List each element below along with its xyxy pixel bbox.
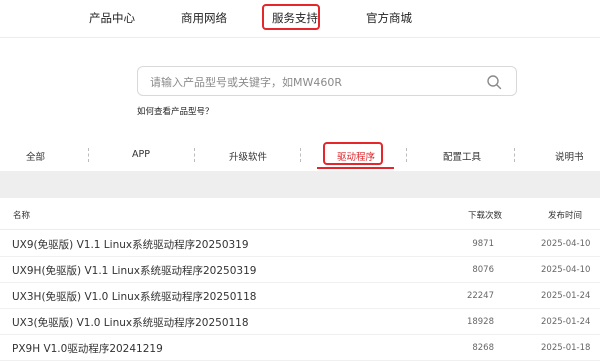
driver-name[interactable]: UX3(免驱版) V1.0 Linux系统驱动程序20250118 [12,315,249,330]
nav-item-official-store[interactable]: 官方商城 [366,10,412,26]
search-icon[interactable] [486,74,502,90]
driver-name[interactable]: PX9H V1.0驱动程序20241219 [12,341,163,356]
tab-divider [406,148,407,162]
tab-divider [88,148,89,162]
table-row[interactable]: UX9H(免驱版) V1.1 Linux系统驱动程序20250319 8076 … [0,257,600,283]
table-row[interactable]: UX3(免驱版) V1.0 Linux系统驱动程序20250118 18928 … [0,309,600,335]
table-row[interactable]: PX9H V1.0驱动程序20241219 8268 2025-01-18 [0,335,600,361]
column-header-downloads: 下载次数 [468,211,503,221]
download-count: 18928 [466,317,494,327]
release-date: 2025-01-24 [541,317,591,327]
release-date: 2025-01-18 [541,343,591,353]
tab-divider [300,148,301,162]
nav-item-business-network[interactable]: 商用网络 [181,10,227,26]
tab-upgrade-software[interactable]: 升级软件 [229,149,267,163]
tab-app[interactable]: APP [132,149,150,160]
download-count: 9871 [472,239,494,249]
table-row[interactable]: UX3H(免驱版) V1.0 Linux系统驱动程序20250118 22247… [0,283,600,309]
release-date: 2025-01-24 [541,291,591,301]
category-tabs: 全部 APP 升级软件 驱动程序 配置工具 说明书 [0,140,600,170]
tab-divider [194,148,195,162]
download-count: 8076 [472,265,494,275]
nav-item-product-center[interactable]: 产品中心 [89,10,135,26]
nav-highlight-box [262,4,320,30]
download-count: 22247 [466,291,494,301]
column-header-date: 发布时间 [548,211,583,221]
top-nav: 产品中心 商用网络 服务支持 官方商城 [0,0,600,38]
table-row[interactable]: UX9(免驱版) V1.1 Linux系统驱动程序20250319 9871 2… [0,231,600,257]
driver-name[interactable]: UX9H(免驱版) V1.1 Linux系统驱动程序20250319 [12,263,256,278]
release-date: 2025-04-10 [541,239,591,249]
how-to-find-model-link[interactable]: 如何查看产品型号？ [137,105,214,117]
table-header: 名称 下载次数 发布时间 [0,198,600,230]
tab-config-tools[interactable]: 配置工具 [443,149,481,163]
active-tab-underline [317,167,394,169]
download-count: 8268 [472,343,494,353]
release-date: 2025-04-10 [541,265,591,275]
filter-band [0,171,600,198]
tab-highlight-box [323,142,383,165]
column-header-name: 名称 [13,211,31,221]
tab-all[interactable]: 全部 [26,149,45,163]
tab-divider [514,148,515,162]
search-box [137,66,517,96]
search-input[interactable] [150,73,480,91]
driver-name[interactable]: UX9(免驱版) V1.1 Linux系统驱动程序20250319 [12,237,249,252]
tab-manual[interactable]: 说明书 [555,149,584,163]
driver-name[interactable]: UX3H(免驱版) V1.0 Linux系统驱动程序20250118 [12,289,256,304]
